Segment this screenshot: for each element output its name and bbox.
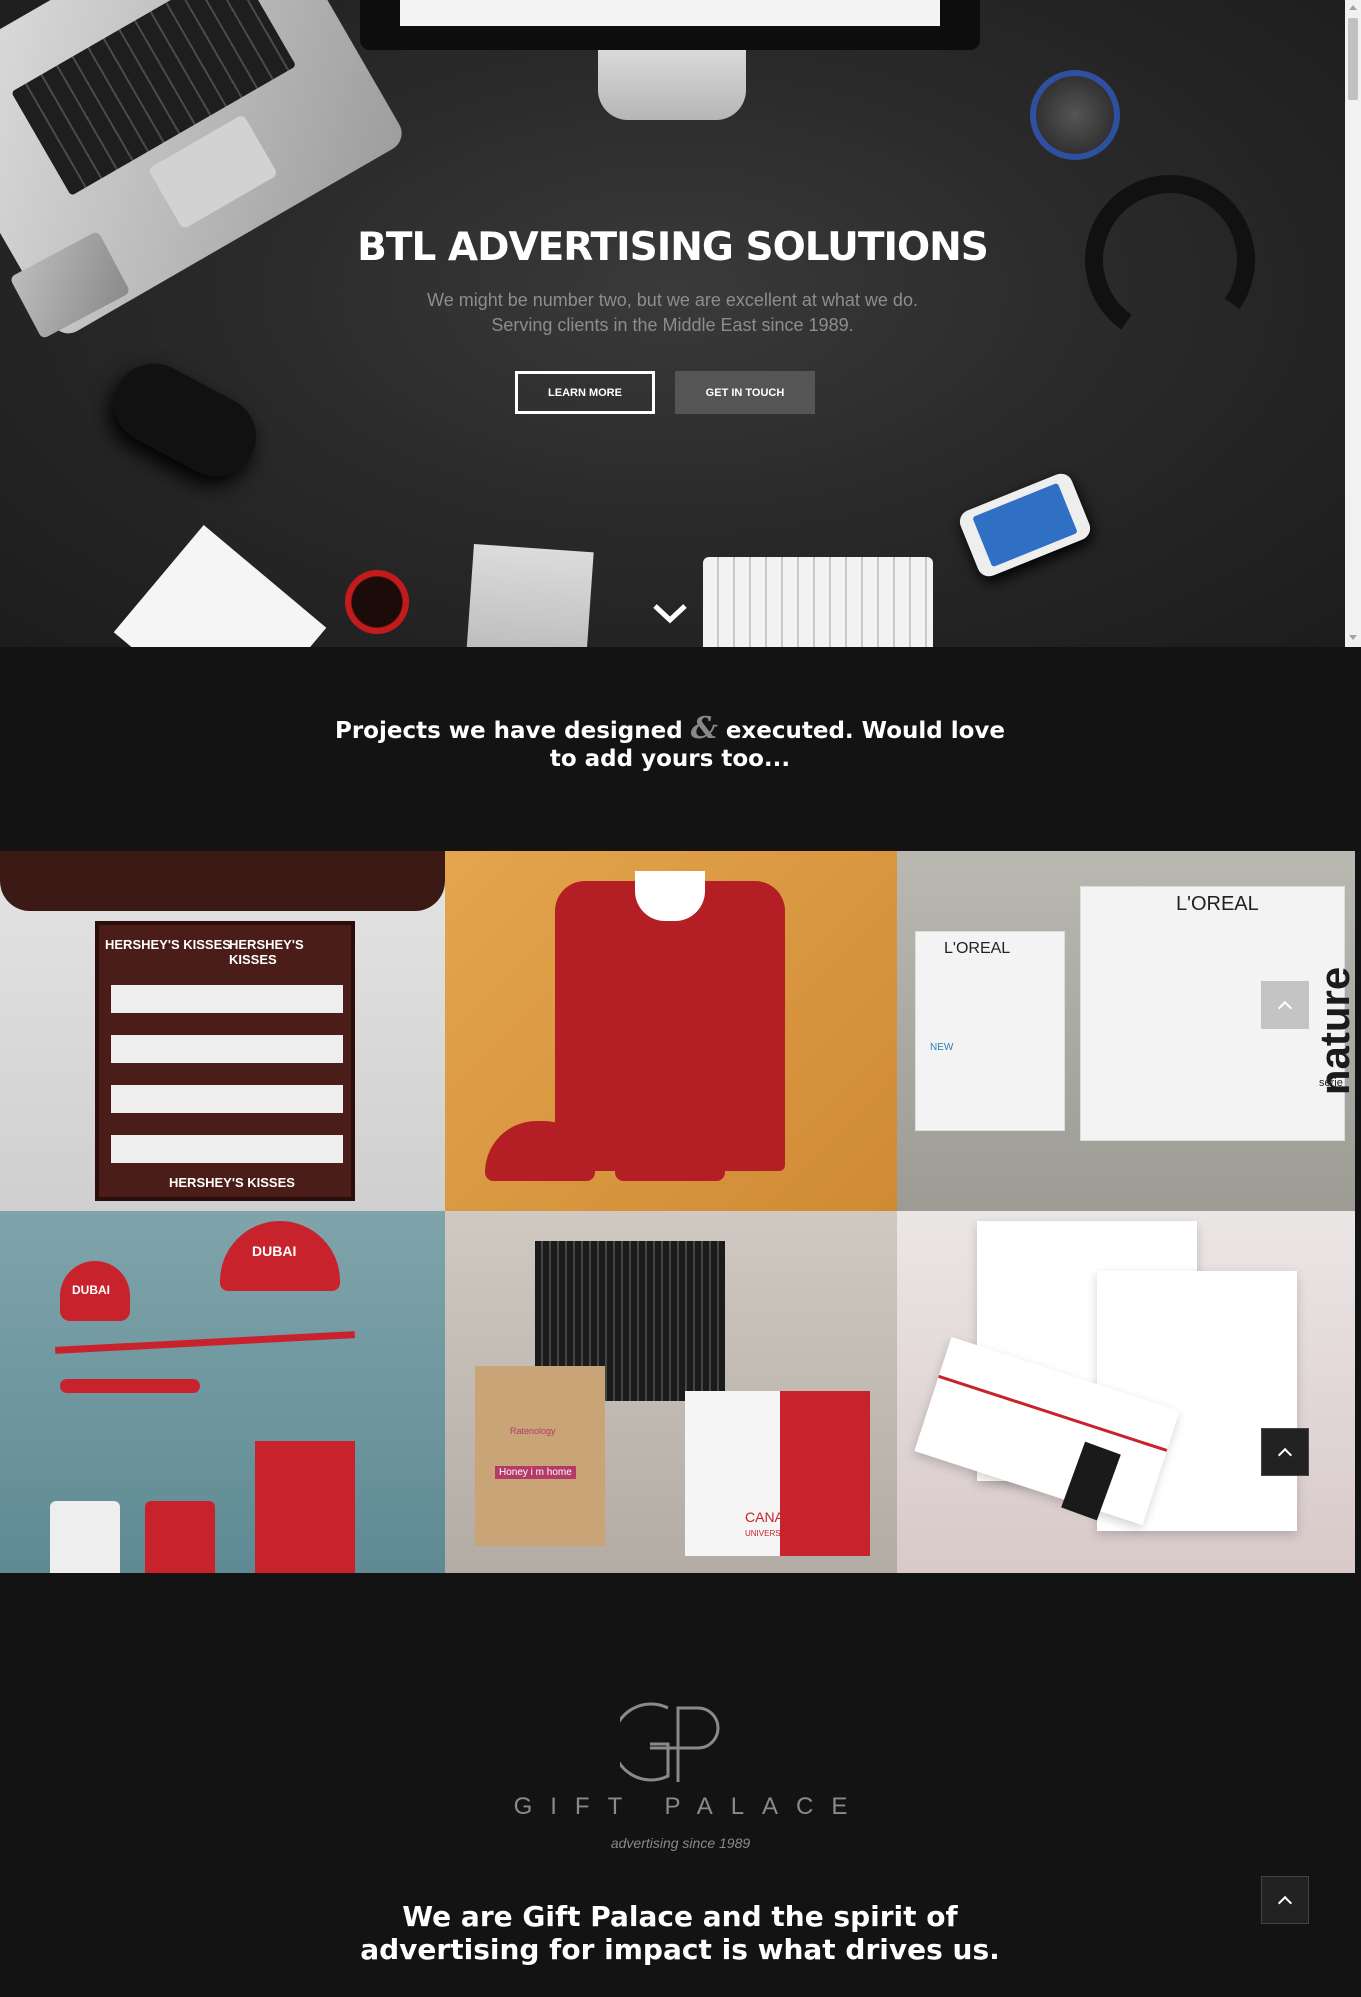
canadian-bag-title: CANADIAN: [745, 1509, 818, 1525]
mug-red-image: [145, 1501, 215, 1573]
get-in-touch-button[interactable]: GET IN TOUCH: [675, 371, 815, 414]
notebook-image: [113, 524, 327, 647]
chevron-up-icon: [1277, 1447, 1293, 1463]
kraft-bag-tagline: Honey i m home: [495, 1466, 576, 1479]
nature-wordmark: nature: [1311, 966, 1355, 1096]
dubai-cap-label: DUBAI: [252, 1243, 297, 1259]
hero-subtitle-line1: We might be number two, but we are excel…: [427, 290, 918, 310]
kraft-bag-brand: Ratenology: [510, 1426, 556, 1436]
keyboard-image: [703, 557, 933, 647]
page-scrollbar[interactable]: [1345, 0, 1361, 647]
chevron-up-icon: [1277, 1000, 1293, 1016]
dubai-bag-image: [255, 1441, 355, 1573]
scroll-down-arrow-icon[interactable]: [1349, 635, 1357, 640]
notepad-image: [466, 543, 594, 647]
loreal-brand-small: L'OREAL: [944, 940, 1011, 957]
scroll-up-arrow-icon[interactable]: [1349, 5, 1357, 10]
back-to-top-button-footer[interactable]: [1261, 1876, 1309, 1924]
hero-subtitle: We might be number two, but we are excel…: [0, 288, 1345, 338]
pen-cup-image: [1030, 70, 1120, 160]
scrollbar-thumb[interactable]: [1348, 18, 1358, 100]
back-to-top-button[interactable]: [1261, 1428, 1309, 1476]
coffee-cup-image: [345, 570, 409, 634]
hero-subtitle-line2: Serving clients in the Middle East since…: [491, 315, 854, 335]
monitor-stand-image: [598, 50, 746, 120]
back-to-top-button-faded[interactable]: [1261, 981, 1309, 1029]
mug-white-image: [50, 1501, 120, 1573]
glasses-case-image: [100, 349, 270, 491]
monitor-image: [360, 0, 980, 50]
hersheys-label-right: HERSHEY'S KISSES: [229, 937, 304, 967]
dubai-pen-image: [60, 1379, 200, 1393]
hero-title: BTL ADVERTISING SOLUTIONS: [357, 225, 989, 270]
chevron-up-icon: [1277, 1895, 1293, 1911]
about-statement: We are Gift Palace and the spirit of adv…: [360, 1900, 1000, 1966]
projects-heading: Projects we have designed & executed. Wo…: [320, 714, 1020, 773]
project-tile-dubai[interactable]: DUBAI DUBAI: [0, 1211, 445, 1573]
project-tile-hersheys[interactable]: HERSHEY'S KISSES HERSHEY'S KISSES HERSHE…: [0, 851, 445, 1211]
hersheys-label-bottom: HERSHEY'S KISSES: [169, 1175, 295, 1190]
loreal-brand-large: L'OREAL: [1176, 893, 1259, 915]
kisses-display-stand-image: HERSHEY'S KISSES HERSHEY'S KISSES HERSHE…: [95, 921, 355, 1201]
logo-tagline: advertising since 1989: [610, 1835, 751, 1851]
learn-more-button[interactable]: LEARN MORE: [515, 371, 655, 414]
logo-wordmark: GIFT PALACE: [513, 1793, 866, 1820]
project-tile-loreal[interactable]: L'OREAL NEW L'OREAL nature série: [897, 851, 1355, 1211]
project-tile-bags[interactable]: Ratenology Honey i m home CANADIAN UNIVE…: [445, 1211, 897, 1573]
loreal-new-tag: NEW: [930, 1042, 954, 1053]
hero-section: BTL ADVERTISING SOLUTIONS We might be nu…: [0, 0, 1345, 647]
smartphone-image: [956, 470, 1094, 580]
dubai-cap-image: DUBAI: [220, 1221, 340, 1291]
heart-badge-image: DUBAI: [60, 1261, 130, 1321]
gift-palace-logo: [620, 1702, 720, 1782]
loreal-brochure-small: L'OREAL NEW: [915, 931, 1065, 1131]
chocolate-drip-image: [0, 851, 445, 911]
hersheys-label-left: HERSHEY'S KISSES: [105, 937, 231, 952]
projects-heading-start: Projects we have designed: [334, 718, 683, 744]
project-gallery: HERSHEY'S KISSES HERSHEY'S KISSES HERSHE…: [0, 851, 1355, 1573]
project-tile-polo-shirt[interactable]: [445, 851, 897, 1211]
ampersand-glyph: &: [690, 711, 718, 746]
project-tile-stationery[interactable]: [897, 1211, 1355, 1573]
dubai-pencil-image: [55, 1331, 355, 1354]
canadian-bag-subtitle: UNIVERSITY OF DUBAI: [745, 1529, 833, 1538]
chevron-down-icon[interactable]: [652, 602, 688, 624]
canadian-university-bag-image: CANADIAN UNIVERSITY OF DUBAI: [685, 1391, 870, 1556]
dubai-badge-label: DUBAI: [72, 1283, 110, 1297]
kraft-bag-image: Ratenology Honey i m home: [475, 1366, 605, 1546]
serie-label: série: [1319, 1077, 1343, 1089]
